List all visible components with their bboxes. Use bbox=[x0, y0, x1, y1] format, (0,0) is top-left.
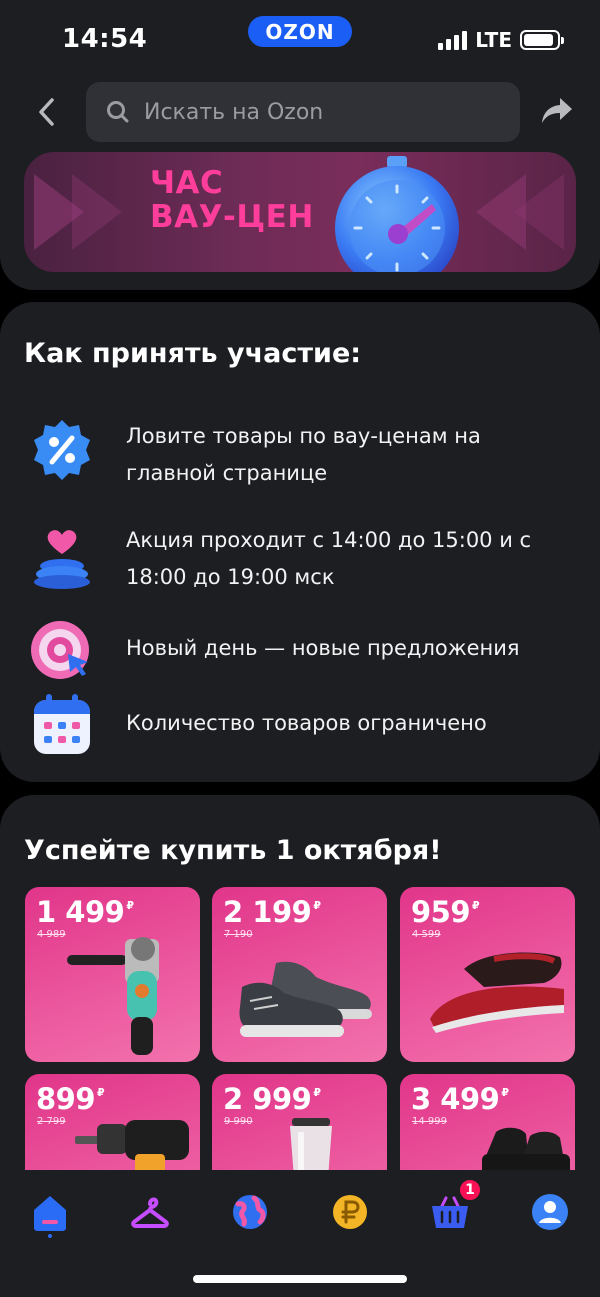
product-tile[interactable]: 2 199 ₽ 7 190 bbox=[212, 887, 387, 1062]
share-button[interactable] bbox=[540, 96, 574, 128]
tab-points[interactable] bbox=[328, 1190, 372, 1234]
step-text: Ловите товары по вау-ценам на главной ст… bbox=[126, 424, 481, 485]
price: 959 ₽ bbox=[411, 895, 480, 929]
tab-fresh[interactable] bbox=[228, 1190, 272, 1234]
share-arrow-icon bbox=[542, 98, 572, 123]
header-card: Искать на Ozon ЧАС ВАУ-ЦЕН bbox=[0, 80, 600, 290]
banner-title: ЧАС ВАУ-ЦЕН bbox=[150, 165, 314, 236]
points-ruble-icon bbox=[333, 1195, 367, 1229]
fresh-globe-icon bbox=[233, 1195, 267, 1229]
clock: 14:54 bbox=[62, 24, 148, 54]
active-tab-indicator bbox=[48, 1234, 52, 1238]
signal-icon bbox=[438, 30, 468, 50]
tab-profile[interactable] bbox=[528, 1190, 572, 1234]
cart-badge: 1 bbox=[458, 1178, 482, 1202]
price: 3 499 ₽ bbox=[411, 1082, 509, 1116]
boots-image bbox=[482, 1127, 570, 1176]
target-cursor-icon bbox=[31, 621, 89, 679]
old-price: 9 990 bbox=[224, 1116, 253, 1127]
price: 899 ₽ bbox=[36, 1082, 105, 1116]
sneakers-image bbox=[239, 961, 372, 1037]
network-type: LTE bbox=[475, 28, 512, 52]
tab-home[interactable] bbox=[28, 1190, 72, 1234]
battery-icon bbox=[520, 30, 564, 50]
profile-icon bbox=[532, 1194, 568, 1230]
calendar-icon bbox=[34, 694, 90, 754]
step-text: Новый день — новые предложения bbox=[126, 636, 520, 660]
home-indicator[interactable] bbox=[193, 1275, 407, 1283]
search-icon bbox=[107, 101, 129, 123]
old-price: 4 599 bbox=[412, 929, 441, 940]
price: 2 999 ₽ bbox=[223, 1082, 321, 1116]
steam-iron-image bbox=[430, 952, 564, 1033]
blender-image bbox=[290, 1118, 332, 1178]
stopwatch-icon bbox=[335, 156, 459, 272]
product-tile[interactable]: 959 ₽ 4 599 bbox=[400, 887, 575, 1062]
status-bar: 14:54 OZON LTE bbox=[0, 0, 600, 80]
back-button[interactable] bbox=[32, 94, 60, 130]
percent-badge-icon bbox=[34, 420, 90, 480]
section-title: Успейте купить 1 октября! bbox=[24, 835, 442, 866]
search-placeholder: Искать на Ozon bbox=[144, 99, 324, 125]
price: 2 199 ₽ bbox=[223, 895, 321, 929]
promo-banner[interactable]: ЧАС ВАУ-ЦЕН bbox=[24, 152, 576, 272]
home-icon bbox=[34, 1196, 66, 1231]
search-input[interactable]: Искать на Ozon bbox=[86, 82, 520, 142]
old-price: 4 989 bbox=[37, 929, 66, 940]
catalog-hanger-icon bbox=[131, 1197, 169, 1228]
section-title: Как принять участие: bbox=[24, 338, 362, 369]
tab-cart[interactable]: 1 bbox=[428, 1178, 482, 1234]
status-indicators: LTE bbox=[438, 28, 564, 52]
tab-catalog[interactable] bbox=[128, 1190, 172, 1234]
old-price: 2 799 bbox=[37, 1116, 66, 1127]
how-to-participate-card: Как принять участие: Ловите товары по ва… bbox=[0, 302, 600, 782]
chevron-left-icon bbox=[39, 98, 54, 126]
old-price: 14 999 bbox=[412, 1116, 447, 1127]
heart-gift-icon bbox=[34, 530, 90, 589]
old-price: 7 190 bbox=[224, 929, 253, 940]
angle-grinder-image bbox=[67, 937, 159, 1055]
price: 1 499 ₽ bbox=[36, 895, 134, 929]
ozon-logo: OZON bbox=[248, 16, 352, 47]
step-text: Акция проходит с 14:00 до 15:00 и с 18:0… bbox=[126, 528, 532, 589]
step-text: Количество товаров ограничено bbox=[126, 711, 487, 735]
cordless-drill-image bbox=[75, 1120, 189, 1174]
products-card: Успейте купить 1 октября! 1 499 ₽ 4 989 2… bbox=[0, 795, 600, 1249]
product-tile[interactable]: 1 499 ₽ 4 989 bbox=[25, 887, 200, 1062]
